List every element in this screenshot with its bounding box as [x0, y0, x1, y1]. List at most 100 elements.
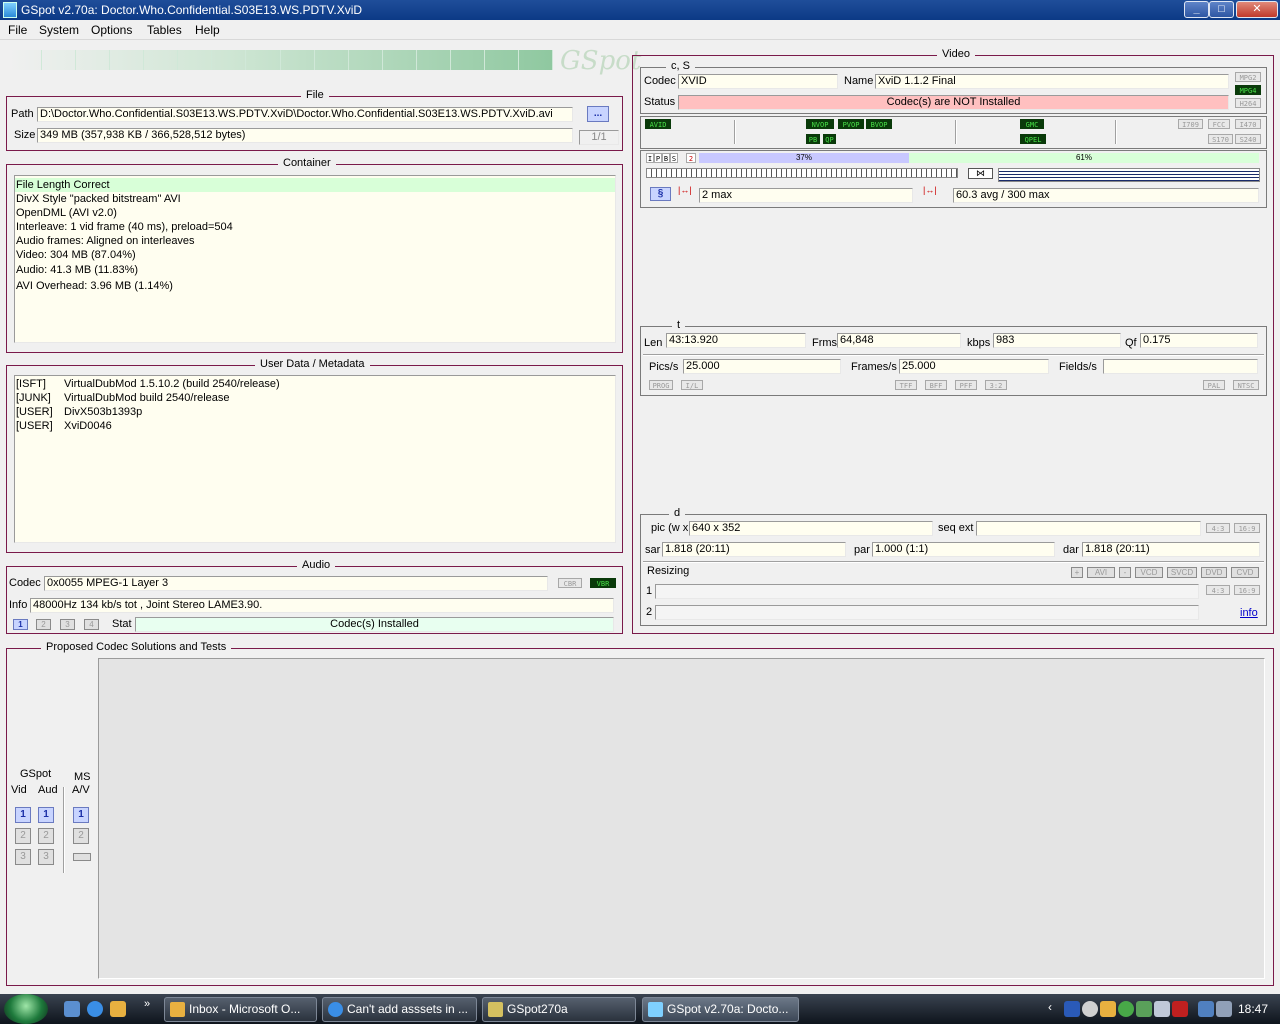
- p-frame-badge: P: [654, 153, 662, 163]
- aud-test-2-button[interactable]: 2: [38, 828, 54, 844]
- task-gspot-window[interactable]: GSpot v2.70a: Docto...: [642, 997, 799, 1022]
- audio-stream-1-button[interactable]: 1: [13, 619, 28, 630]
- size-label: Size: [14, 129, 36, 141]
- mpg2-badge: MPG2: [1235, 72, 1261, 82]
- b-frame-badge: B: [662, 153, 670, 163]
- browse-button[interactable]: ...: [587, 106, 609, 122]
- audio-info-field: 48000Hz 134 kb/s tot , Joint Stereo LAME…: [30, 598, 614, 613]
- video-name-label: Name: [844, 75, 874, 87]
- tray-sync-icon[interactable]: [1082, 1001, 1098, 1017]
- video-codec-field: XVID: [678, 74, 838, 89]
- kbps-field: 983: [993, 333, 1121, 348]
- internet-explorer-icon[interactable]: [87, 1001, 103, 1017]
- menu-tables[interactable]: Tables: [147, 23, 182, 37]
- fields-field: [1103, 359, 1258, 374]
- menu-help[interactable]: Help: [195, 23, 220, 37]
- tray-antivirus-icon[interactable]: [1172, 1001, 1188, 1017]
- network-icon[interactable]: [1198, 1001, 1214, 1017]
- bitrate-graph: [998, 168, 1260, 182]
- pb-badge: PB: [806, 134, 820, 144]
- cbr-badge: CBR: [558, 578, 582, 588]
- menu-system[interactable]: System: [39, 23, 79, 37]
- resize-svcd-button[interactable]: SVCD: [1167, 567, 1197, 578]
- resize-minus-button[interactable]: -: [1119, 567, 1131, 578]
- s240-badge: S240: [1235, 134, 1261, 144]
- par-field: 1.000 (1:1): [872, 542, 1055, 557]
- tray-messenger-icon[interactable]: [1136, 1001, 1152, 1017]
- proposed-group: Proposed Codec Solutions and Tests GSpot…: [6, 641, 1274, 986]
- pff-badge: PFF: [955, 380, 977, 390]
- menu-bar: File System Options Tables Help: [0, 20, 1280, 40]
- ntsc-badge: NTSC: [1233, 380, 1259, 390]
- clock[interactable]: 18:47: [1238, 1002, 1268, 1016]
- pvop-badge: PVOP: [838, 119, 864, 129]
- bframe-count-badge: 2: [686, 153, 696, 163]
- tray-clover-icon[interactable]: [1118, 1001, 1134, 1017]
- qp-badge: QP: [823, 134, 836, 144]
- show-desktop-icon[interactable]: [64, 1001, 80, 1017]
- start-button[interactable]: [4, 994, 48, 1024]
- list-item: Interleave: 1 vid frame (40 ms), preload…: [16, 221, 233, 233]
- bframes-field: 2 max: [699, 188, 913, 203]
- ms-test-2-button[interactable]: 2: [73, 828, 89, 844]
- resize-plus-button[interactable]: +: [1071, 567, 1083, 578]
- gop-marker-icon: ⋈: [968, 168, 993, 179]
- avid-badge: AVID: [645, 119, 671, 129]
- outlook-quicklaunch-icon[interactable]: [110, 1001, 126, 1017]
- info-link[interactable]: info: [1240, 607, 1258, 619]
- nvop-badge: NVOP: [806, 119, 834, 129]
- vid-test-3-button[interactable]: 3: [15, 849, 31, 865]
- ms-test-3-button[interactable]: [73, 853, 91, 861]
- metadata-list[interactable]: [ISFT] VirtualDubMod 1.5.10.2 (build 2540…: [14, 375, 616, 543]
- aspect-4-3-badge: 4:3: [1206, 523, 1230, 533]
- video-codec-box: c, S Codec XVID Name XviD 1.1.2 Final St…: [640, 60, 1267, 114]
- metadata-value: XviD0046: [64, 420, 112, 432]
- vid-test-1-button[interactable]: 1: [15, 807, 31, 823]
- audio-stream-3-button[interactable]: 3: [60, 619, 75, 630]
- frames-label: Frames/s: [851, 361, 897, 373]
- aud-test-1-button[interactable]: 1: [38, 807, 54, 823]
- menu-file[interactable]: File: [8, 23, 27, 37]
- table-row: [USER] DivX503b1393p: [15, 405, 615, 419]
- s-frame-badge: S: [670, 153, 678, 163]
- frame-type-box: I P B S 2 37% 61% ⋈ § |↔| 2 max |↔| 60.3…: [640, 150, 1267, 208]
- tray-expand-icon[interactable]: ‹: [1048, 1000, 1052, 1014]
- list-item: File Length Correct: [15, 178, 615, 192]
- tray-device-icon[interactable]: [1154, 1001, 1170, 1017]
- maximize-button[interactable]: □: [1209, 1, 1234, 18]
- task-label: Can't add asssets in ...: [347, 1002, 469, 1016]
- gspot-app-icon[interactable]: [3, 2, 17, 18]
- proposed-group-title: Proposed Codec Solutions and Tests: [41, 641, 232, 653]
- quicklaunch-chevron-icon[interactable]: »: [144, 998, 150, 1010]
- resize-avi-button[interactable]: AVI: [1087, 567, 1115, 578]
- resize-dvd-button[interactable]: DVD: [1201, 567, 1227, 578]
- bframe-arrow-icon: |↔|: [678, 185, 692, 195]
- minimize-button[interactable]: _: [1184, 1, 1209, 18]
- title-bar: GSpot v2.70a: Doctor.Who.Confidential.S0…: [0, 0, 1280, 20]
- task-outlook[interactable]: Inbox - Microsoft O...: [164, 997, 317, 1022]
- list-item: Audio frames: Aligned on interleaves: [16, 235, 195, 247]
- ms-test-1-button[interactable]: 1: [73, 807, 89, 823]
- bitrate-scan-button[interactable]: §: [650, 187, 671, 201]
- volume-icon[interactable]: [1216, 1001, 1232, 1017]
- i-frame-badge: I: [646, 153, 654, 163]
- resize-vcd-button[interactable]: VCD: [1135, 567, 1163, 578]
- task-gspot-folder[interactable]: GSpot270a: [482, 997, 636, 1022]
- menu-options[interactable]: Options: [91, 23, 132, 37]
- tray-app-icon[interactable]: [1064, 1001, 1080, 1017]
- tray-mail-icon[interactable]: [1100, 1001, 1116, 1017]
- video-status-field: Codec(s) are NOT Installed: [678, 95, 1229, 110]
- resize-cvd-button[interactable]: CVD: [1231, 567, 1259, 578]
- audio-stream-4-button[interactable]: 4: [84, 619, 99, 630]
- vid-label: Vid: [11, 784, 27, 796]
- task-browser[interactable]: Can't add asssets in ...: [322, 997, 477, 1022]
- vid-test-2-button[interactable]: 2: [15, 828, 31, 844]
- aud-test-3-button[interactable]: 3: [38, 849, 54, 865]
- sar-field: 1.818 (20:11): [662, 542, 846, 557]
- container-list[interactable]: File Length Correct DivX Style "packed b…: [14, 175, 616, 343]
- pic-label: pic (w x: [651, 522, 689, 534]
- proposed-results-area[interactable]: [98, 658, 1265, 979]
- path-field[interactable]: D:\Doctor.Who.Confidential.S03E13.WS.PDT…: [37, 107, 573, 122]
- close-button[interactable]: ✕: [1236, 1, 1278, 18]
- audio-stream-2-button[interactable]: 2: [36, 619, 51, 630]
